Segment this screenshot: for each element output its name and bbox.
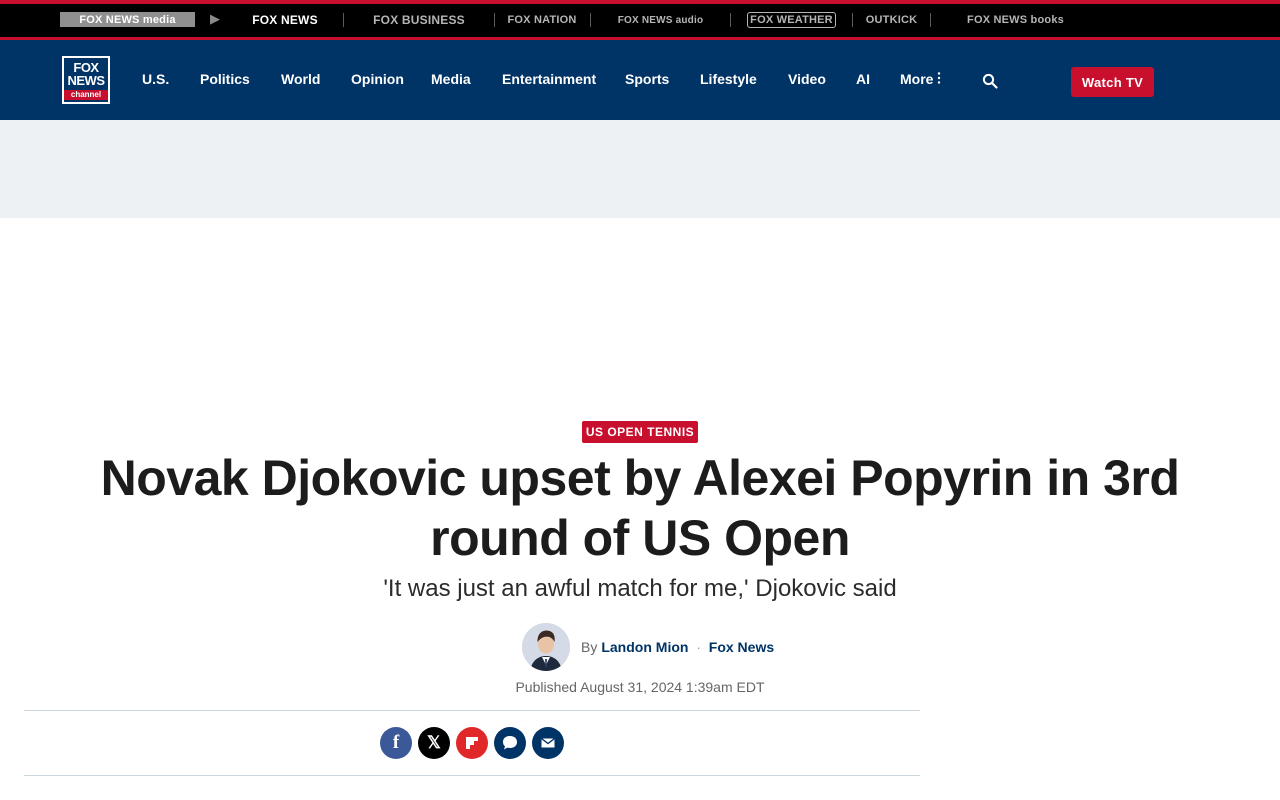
byline-separator: · bbox=[696, 639, 701, 655]
share-flipboard-button[interactable] bbox=[456, 727, 488, 759]
nav-link-opinion[interactable]: Opinion bbox=[351, 71, 404, 87]
email-envelope-icon bbox=[541, 737, 555, 748]
network-item-fox-news-media[interactable]: FOX NEWS media bbox=[60, 12, 195, 27]
facebook-icon: f bbox=[392, 732, 400, 753]
nav-link-lifestyle[interactable]: Lifestyle bbox=[700, 71, 757, 87]
network-item-fox-nation[interactable]: FOX NATION bbox=[508, 12, 577, 28]
share-facebook-button[interactable]: f bbox=[380, 727, 412, 759]
nav-link-entertainment[interactable]: Entertainment bbox=[502, 71, 596, 87]
category-eyebrow[interactable]: US OPEN TENNIS bbox=[582, 421, 698, 443]
network-item-fox-news-books[interactable]: FOX NEWS books bbox=[947, 12, 1084, 28]
article-headline: Novak Djokovic upset by Alexei Popyrin i… bbox=[100, 450, 1180, 566]
share-bar-bottom-divider bbox=[24, 775, 920, 776]
author-avatar[interactable] bbox=[522, 623, 570, 671]
play-arrow-icon: ▶ bbox=[210, 11, 220, 26]
author-portrait-icon bbox=[522, 623, 570, 671]
network-bar: FOX NEWS media ▶ FOX NEWS FOX BUSINESS F… bbox=[0, 0, 1280, 40]
author-name-link[interactable]: Landon Mion bbox=[601, 639, 688, 655]
network-divider bbox=[852, 13, 853, 27]
share-bar-top-divider bbox=[24, 710, 920, 711]
network-item-fox-weather[interactable]: FOX WEATHER bbox=[747, 12, 836, 28]
nav-link-more[interactable]: More bbox=[900, 71, 933, 87]
network-item-outkick[interactable]: OUTKICK bbox=[866, 12, 917, 28]
byline: By Landon Mion · Fox News bbox=[522, 623, 774, 671]
published-timestamp: Published August 31, 2024 1:39am EDT bbox=[515, 679, 765, 695]
network-divider bbox=[343, 13, 344, 27]
network-divider bbox=[590, 13, 591, 27]
nav-link-ai[interactable]: AI bbox=[856, 71, 870, 87]
network-item-fox-business[interactable]: FOX BUSINESS bbox=[359, 12, 479, 28]
share-email-button[interactable] bbox=[532, 727, 564, 759]
main-nav: FOX NEWS channel U.S. Politics World Opi… bbox=[0, 40, 1280, 120]
source-link[interactable]: Fox News bbox=[709, 639, 774, 655]
nav-link-politics[interactable]: Politics bbox=[200, 71, 250, 87]
network-divider bbox=[494, 13, 495, 27]
watch-tv-button[interactable]: Watch TV bbox=[1071, 67, 1154, 97]
search-icon[interactable] bbox=[982, 73, 998, 89]
more-dots-icon[interactable] bbox=[937, 72, 941, 84]
fox-news-logo[interactable]: FOX NEWS channel bbox=[62, 56, 110, 104]
ad-banner-area bbox=[0, 120, 1280, 218]
comments-button[interactable] bbox=[494, 727, 526, 759]
network-item-fox-news-audio[interactable]: FOX NEWS audio bbox=[607, 12, 714, 28]
flipboard-icon bbox=[466, 737, 478, 749]
x-icon: 𝕏 bbox=[427, 733, 441, 752]
nav-link-us[interactable]: U.S. bbox=[142, 71, 169, 87]
nav-link-media[interactable]: Media bbox=[431, 71, 471, 87]
logo-line-news: NEWS bbox=[67, 73, 106, 88]
network-divider bbox=[730, 13, 731, 27]
article-subhead: 'It was just an awful match for me,' Djo… bbox=[383, 575, 897, 602]
logo-line-channel: channel bbox=[64, 90, 108, 100]
nav-link-video[interactable]: Video bbox=[788, 71, 826, 87]
comment-bubble-icon bbox=[503, 736, 517, 750]
share-x-button[interactable]: 𝕏 bbox=[418, 727, 450, 759]
network-item-fox-news[interactable]: FOX NEWS bbox=[242, 12, 328, 28]
nav-link-world[interactable]: World bbox=[281, 71, 320, 87]
byline-prefix: By bbox=[581, 639, 598, 655]
network-divider bbox=[930, 13, 931, 27]
nav-link-sports[interactable]: Sports bbox=[625, 71, 669, 87]
